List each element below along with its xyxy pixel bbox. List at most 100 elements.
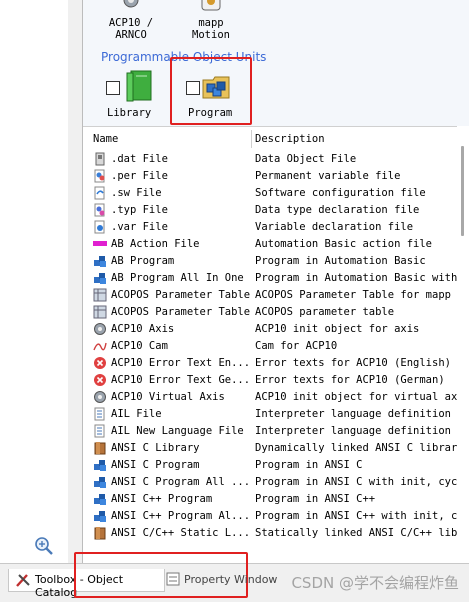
- list-item[interactable]: ACOPOS Parameter Table ACOPOS Parameter …: [83, 287, 460, 304]
- list-item[interactable]: ACP10 Cam Cam for ACP10: [83, 338, 460, 355]
- list-item[interactable]: AIL File Interpreter language definition: [83, 406, 460, 423]
- list-item[interactable]: .sw File Software configuration file: [83, 185, 460, 202]
- item-description: Program in Automation Basic with: [255, 272, 458, 284]
- item-description: Program in ANSI C++ with init, c: [255, 510, 458, 522]
- item-description: Dynamically linked ANSI C library: [255, 442, 460, 454]
- catalog-list[interactable]: Name Description .dat File Data Object F…: [83, 126, 460, 547]
- item-description: ACOPOS parameter table: [255, 306, 395, 318]
- left-pane: [0, 0, 69, 563]
- typ-file-icon: [94, 203, 105, 217]
- item-description: Error texts for ACP10 (German): [255, 374, 445, 386]
- list-item[interactable]: ACP10 Virtual Axis ACP10 init object for…: [83, 389, 460, 406]
- program-blocks-icon: [94, 511, 106, 522]
- program-blocks-icon: [94, 477, 106, 488]
- scrollbar-thumb[interactable]: [461, 146, 464, 236]
- item-description: Error texts for ACP10 (English): [255, 357, 451, 369]
- list-item[interactable]: ANSI C++ Program Al... Program in ANSI C…: [83, 508, 460, 525]
- library-book-icon[interactable]: [125, 70, 155, 102]
- item-description: Program in ANSI C++: [255, 493, 376, 505]
- axis-gear-icon: [94, 391, 106, 403]
- tab-property-window[interactable]: Property Window: [166, 569, 290, 591]
- dat-file-icon: [95, 152, 105, 166]
- item-description: ACP10 init object for virtual ax: [255, 391, 458, 403]
- parameter-table-icon: [93, 305, 107, 319]
- item-name: ACOPOS Parameter Table: [111, 306, 251, 318]
- item-description: Software configuration file: [255, 187, 426, 199]
- item-name: ANSI C Library: [111, 442, 200, 454]
- highlight-program-box: [170, 57, 252, 125]
- program-blocks-icon: [94, 256, 106, 267]
- list-item[interactable]: ANSI C Library Dynamically linked ANSI C…: [83, 440, 460, 457]
- unit-label-line1: mapp: [198, 17, 224, 29]
- column-divider[interactable]: [251, 130, 252, 148]
- item-name: AIL File: [111, 408, 162, 420]
- item-description: ACP10 init object for axis: [255, 323, 420, 335]
- item-description: Data Object File: [255, 153, 357, 165]
- list-item[interactable]: ANSI C Program Program in ANSI C: [83, 457, 460, 474]
- item-name: .sw File: [111, 187, 162, 199]
- program-blocks-icon: [94, 494, 106, 505]
- item-description: Interpreter language definition: [255, 425, 451, 437]
- axis-gear-icon: [94, 323, 106, 335]
- vertical-scrollbar[interactable]: [457, 126, 469, 546]
- gear-icon: [123, 0, 139, 8]
- list-item[interactable]: ACP10 Error Text Ge... Error texts for A…: [83, 372, 460, 389]
- item-description: Cam for ACP10: [255, 340, 338, 352]
- item-description: Statically linked ANSI C/C++ lib: [255, 527, 458, 539]
- column-header-description[interactable]: Description: [255, 127, 325, 149]
- list-item[interactable]: ANSI C Program All ... Program in ANSI C…: [83, 474, 460, 491]
- item-description: Automation Basic action file: [255, 238, 433, 250]
- item-name: ACP10 Axis: [111, 323, 175, 335]
- c-library-icon: [94, 527, 106, 540]
- watermark-text: CSDN @学不会编程炸鱼: [291, 574, 459, 592]
- item-name: ANSI C++ Program: [111, 493, 213, 505]
- list-item[interactable]: AB Action File Automation Basic action f…: [83, 236, 460, 253]
- list-item[interactable]: .dat File Data Object File: [83, 151, 460, 168]
- list-item[interactable]: AB Program Program in Automation Basic: [83, 253, 460, 270]
- object-catalog-panel: ACP10 / ARNCO mapp Motion Programmable O…: [82, 0, 469, 563]
- error-text-icon: [94, 374, 106, 386]
- item-name: .per File: [111, 170, 168, 182]
- item-name: ANSI C Program All ...: [111, 476, 251, 488]
- list-item[interactable]: .per File Permanent variable file: [83, 168, 460, 185]
- item-name: AB Program: [111, 255, 175, 267]
- action-file-icon: [93, 241, 107, 246]
- program-blocks-icon: [94, 273, 106, 284]
- c-library-icon: [94, 442, 106, 455]
- item-name: AIL New Language File: [111, 425, 244, 437]
- item-description: Permanent variable file: [255, 170, 401, 182]
- list-item[interactable]: ACOPOS Parameter Table ACOPOS parameter …: [83, 304, 460, 321]
- object-units-section: ACP10 / ARNCO mapp Motion Programmable O…: [83, 0, 469, 126]
- list-item[interactable]: ANSI C/C++ Static L... Statically linked…: [83, 525, 460, 542]
- error-text-icon: [94, 357, 106, 369]
- property-window-icon: [166, 572, 180, 586]
- item-name: ACP10 Error Text Ge...: [111, 374, 251, 386]
- list-item[interactable]: ANSI C++ Program Program in ANSI C++: [83, 491, 460, 508]
- library-checkbox[interactable]: [106, 81, 120, 95]
- panel-splitter[interactable]: [68, 0, 82, 563]
- item-name: ACP10 Virtual Axis: [111, 391, 225, 403]
- column-header-name[interactable]: Name: [93, 127, 118, 149]
- item-name: .dat File: [111, 153, 168, 165]
- list-item[interactable]: .var File Variable declaration file: [83, 219, 460, 236]
- list-item[interactable]: AIL New Language File Interpreter langua…: [83, 423, 460, 440]
- item-name: ANSI C/C++ Static L...: [111, 527, 251, 539]
- item-description: ACOPOS Parameter Table for mapp M: [255, 289, 460, 301]
- zoom-in-icon[interactable]: [33, 535, 55, 557]
- item-name: AB Program All In One: [111, 272, 244, 284]
- unit-label-line2: Motion: [192, 29, 230, 41]
- item-name: ANSI C++ Program Al...: [111, 510, 251, 522]
- list-item[interactable]: .typ File Data type declaration file: [83, 202, 460, 219]
- toolbox-icon: [16, 574, 30, 587]
- item-name: ANSI C Program: [111, 459, 200, 471]
- list-item[interactable]: ACP10 Axis ACP10 init object for axis: [83, 321, 460, 338]
- per-file-icon: [94, 169, 105, 183]
- item-name: ACP10 Error Text En...: [111, 357, 251, 369]
- item-description: Program in ANSI C: [255, 459, 363, 471]
- bottom-tab-bar: Toolbox - Object Catalog Property Window…: [0, 552, 469, 602]
- list-item[interactable]: AB Program All In One Program in Automat…: [83, 270, 460, 287]
- ail-file-icon: [94, 407, 105, 421]
- item-description: Interpreter language definition: [255, 408, 451, 420]
- mapp-motion-icon: [201, 0, 221, 11]
- list-item[interactable]: ACP10 Error Text En... Error texts for A…: [83, 355, 460, 372]
